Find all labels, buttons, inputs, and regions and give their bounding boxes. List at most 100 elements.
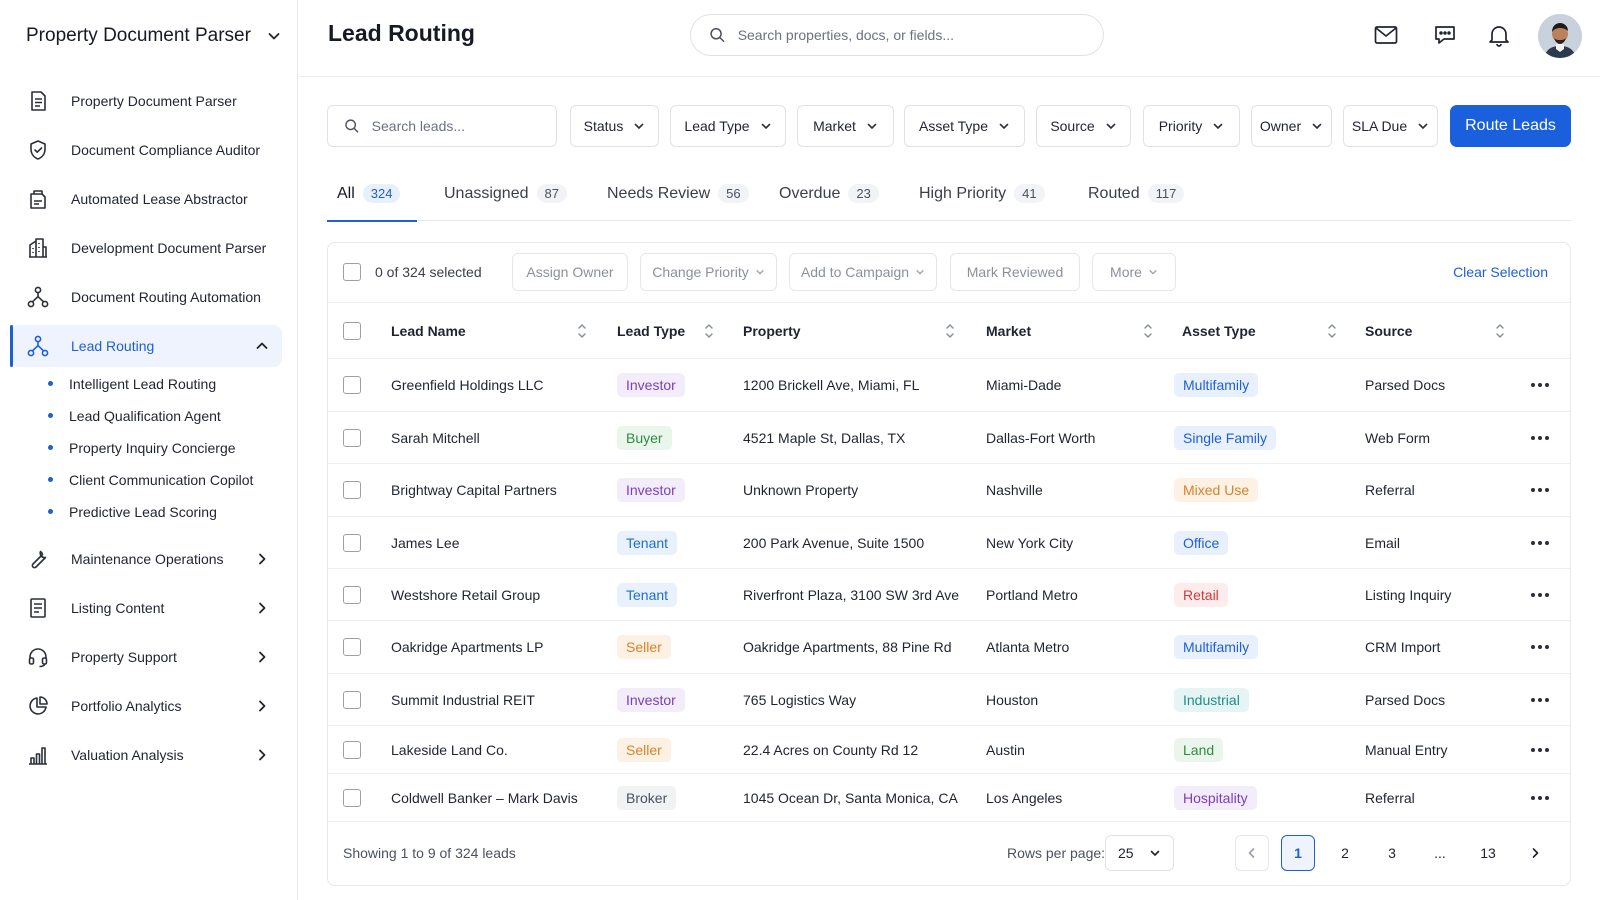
mark-reviewed-button[interactable]: Mark Reviewed: [950, 253, 1080, 291]
table-row[interactable]: Lakeside Land Co. Seller 22.4 Acres on C…: [328, 726, 1570, 774]
subnav-item-predictive-lead-scoring[interactable]: Predictive Lead Scoring: [10, 496, 282, 528]
sidebar-item-valuation-analysis[interactable]: Valuation Analysis: [10, 734, 282, 776]
page-button-1[interactable]: 1: [1281, 835, 1315, 871]
sidebar-item-listing-content[interactable]: Listing Content: [10, 587, 282, 629]
global-search[interactable]: [690, 14, 1104, 56]
sort-icon[interactable]: [1143, 322, 1153, 340]
header-checkbox[interactable]: [343, 322, 361, 340]
page-button-13[interactable]: 13: [1471, 835, 1505, 871]
more-options-icon[interactable]: [1530, 644, 1550, 650]
row-checkbox[interactable]: [343, 585, 361, 604]
lead-name[interactable]: Summit Industrial REIT: [391, 692, 535, 708]
more-options-icon[interactable]: [1530, 435, 1550, 441]
row-checkbox[interactable]: [343, 481, 361, 499]
avatar[interactable]: [1538, 14, 1582, 58]
row-checkbox[interactable]: [343, 533, 361, 552]
row-checkbox[interactable]: [343, 428, 361, 447]
sort-icon[interactable]: [1327, 322, 1337, 340]
filter-owner[interactable]: Owner: [1251, 105, 1332, 147]
sort-icon[interactable]: [704, 322, 714, 340]
lead-name[interactable]: James Lee: [391, 535, 459, 551]
lead-name[interactable]: Lakeside Land Co.: [391, 742, 508, 758]
table-row[interactable]: Sarah Mitchell Buyer 4521 Maple St, Dall…: [328, 412, 1570, 464]
more-options-icon[interactable]: [1530, 487, 1550, 493]
more-options-icon[interactable]: [1530, 747, 1550, 753]
table-row[interactable]: Oakridge Apartments LP Seller Oakridge A…: [328, 621, 1570, 674]
more-options-icon[interactable]: [1530, 540, 1550, 546]
subnav-item-intelligent-lead-routing[interactable]: Intelligent Lead Routing: [10, 368, 282, 400]
column-header-property[interactable]: Property: [743, 323, 801, 339]
lead-name[interactable]: Coldwell Banker – Mark Davis: [391, 790, 578, 806]
column-header-source[interactable]: Source: [1365, 323, 1412, 339]
tab-all[interactable]: All 324: [327, 177, 417, 222]
column-header-lead-type[interactable]: Lead Type: [617, 323, 685, 339]
sidebar-item-document-routing-automation[interactable]: Document Routing Automation: [10, 276, 282, 318]
next-page-button[interactable]: [1518, 835, 1552, 871]
sidebar-item-lead-routing[interactable]: Lead Routing: [10, 325, 282, 367]
sidebar-item-automated-lease-abstractor[interactable]: Automated Lease Abstractor: [10, 178, 282, 220]
lead-search[interactable]: [327, 105, 557, 147]
sidebar-item-maintenance-operations[interactable]: Maintenance Operations: [10, 538, 282, 580]
filter-source[interactable]: Source: [1036, 105, 1131, 147]
lead-name[interactable]: Westshore Retail Group: [391, 587, 540, 603]
filter-asset-type[interactable]: Asset Type: [904, 105, 1025, 147]
lead-name[interactable]: Oakridge Apartments LP: [391, 639, 544, 655]
global-search-input[interactable]: [737, 27, 1103, 43]
filter-status[interactable]: Status: [570, 105, 659, 147]
filter-lead-type[interactable]: Lead Type: [670, 105, 786, 147]
more-options-icon[interactable]: [1530, 382, 1550, 388]
filter-market[interactable]: Market: [797, 105, 894, 147]
sidebar-item-property-document-parser[interactable]: Property Document Parser: [10, 80, 282, 122]
tab-unassigned[interactable]: Unassigned 87: [444, 177, 567, 221]
row-checkbox[interactable]: [343, 690, 361, 709]
route-leads-button[interactable]: Route Leads: [1450, 105, 1571, 147]
sidebar-item-portfolio-analytics[interactable]: Portfolio Analytics: [10, 685, 282, 727]
table-row[interactable]: Westshore Retail Group Tenant Riverfront…: [328, 569, 1570, 621]
tab-high-priority[interactable]: High Priority 41: [919, 177, 1045, 221]
row-checkbox[interactable]: [343, 376, 361, 394]
tab-routed[interactable]: Routed 117: [1088, 177, 1185, 221]
page-button-3[interactable]: 3: [1375, 835, 1409, 871]
row-checkbox[interactable]: [343, 638, 361, 656]
more-options-icon[interactable]: [1530, 697, 1550, 703]
more-actions-button[interactable]: More: [1092, 253, 1176, 291]
column-header-asset-type[interactable]: Asset Type: [1182, 323, 1256, 339]
bell-icon[interactable]: [1486, 22, 1512, 48]
sort-icon[interactable]: [577, 322, 587, 340]
sidebar-item-development-document-parser[interactable]: Development Document Parser: [10, 227, 282, 269]
prev-page-button[interactable]: [1235, 835, 1269, 871]
subnav-item-lead-qualification-agent[interactable]: Lead Qualification Agent: [10, 400, 282, 432]
column-header-lead-name[interactable]: Lead Name: [391, 323, 466, 339]
app-switcher[interactable]: Property Document Parser: [26, 22, 282, 50]
table-row[interactable]: Summit Industrial REIT Investor 765 Logi…: [328, 674, 1570, 726]
page-button-2[interactable]: 2: [1328, 835, 1362, 871]
tab-overdue[interactable]: Overdue 23: [779, 177, 879, 221]
subnav-item-client-communication-copilot[interactable]: Client Communication Copilot: [10, 464, 282, 496]
sort-icon[interactable]: [1495, 322, 1505, 340]
tab-needs-review[interactable]: Needs Review 56: [607, 177, 749, 221]
table-row[interactable]: James Lee Tenant 200 Park Avenue, Suite …: [328, 517, 1570, 569]
rows-per-page-select[interactable]: 25: [1105, 835, 1174, 871]
table-row[interactable]: Coldwell Banker – Mark Davis Broker 1045…: [328, 774, 1570, 822]
lead-name[interactable]: Greenfield Holdings LLC: [391, 377, 544, 393]
select-all-checkbox[interactable]: [343, 263, 361, 281]
row-checkbox[interactable]: [343, 740, 361, 759]
sort-icon[interactable]: [945, 322, 955, 340]
filter-sla-due[interactable]: SLA Due: [1343, 105, 1438, 147]
sidebar-item-document-compliance-auditor[interactable]: Document Compliance Auditor: [10, 129, 282, 171]
lead-name[interactable]: Brightway Capital Partners: [391, 482, 557, 498]
lead-search-input[interactable]: [371, 118, 556, 134]
more-options-icon[interactable]: [1530, 795, 1550, 801]
lead-name[interactable]: Sarah Mitchell: [391, 430, 480, 446]
filter-priority[interactable]: Priority: [1143, 105, 1240, 147]
sidebar-item-property-support[interactable]: Property Support: [10, 636, 282, 678]
table-row[interactable]: Greenfield Holdings LLC Investor 1200 Br…: [328, 359, 1570, 412]
assign-owner-button[interactable]: Assign Owner: [512, 253, 628, 291]
mail-icon[interactable]: [1373, 22, 1399, 48]
table-row[interactable]: Brightway Capital Partners Investor Unkn…: [328, 464, 1570, 517]
add-to-campaign-button[interactable]: Add to Campaign: [789, 253, 937, 291]
change-priority-button[interactable]: Change Priority: [640, 253, 777, 291]
subnav-item-property-inquiry-concierge[interactable]: Property Inquiry Concierge: [10, 432, 282, 464]
column-header-market[interactable]: Market: [986, 323, 1031, 339]
clear-selection-link[interactable]: Clear Selection: [1453, 264, 1548, 280]
